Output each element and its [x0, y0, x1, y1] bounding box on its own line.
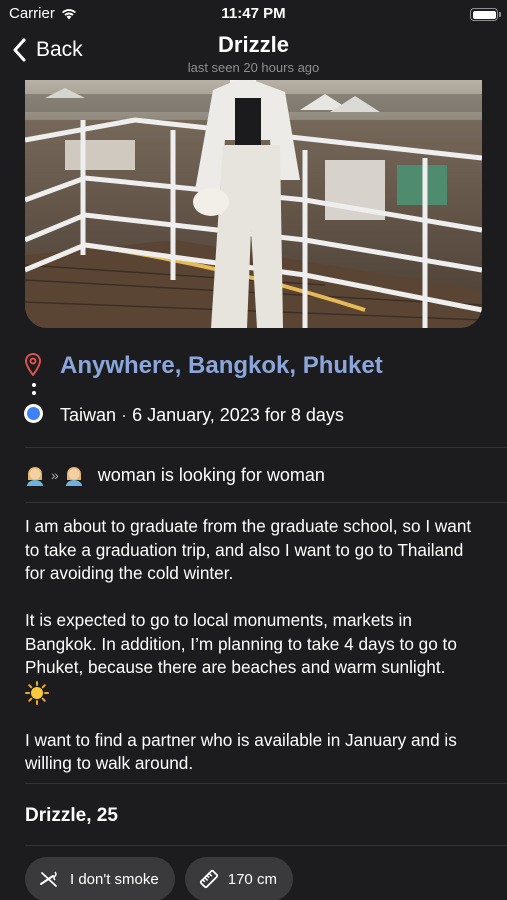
location-pin-icon: [24, 353, 42, 376]
description-paragraph: I want to find a partner who is availabl…: [25, 729, 457, 774]
profile-photo[interactable]: [25, 80, 482, 328]
status-bar: Carrier 11:47 PM: [0, 0, 507, 28]
separator: ·: [121, 405, 128, 425]
divider: [25, 502, 507, 503]
page-title: Drizzle: [218, 32, 289, 57]
trip-origin: Taiwan: [60, 405, 117, 425]
description-paragraph: It is expected to go to local monuments,…: [25, 610, 457, 677]
trip-dates: 6 January, 2023 for 8 days: [132, 405, 344, 425]
ruler-icon: [199, 869, 218, 889]
chip-label: 170 cm: [227, 870, 277, 888]
smoking-chip[interactable]: I don't smoke: [25, 857, 175, 900]
route-connector: [32, 383, 36, 399]
beach-photo-image: [25, 80, 482, 328]
status-time: 11:47 PM: [221, 5, 286, 22]
divider: [25, 783, 507, 784]
origin-dot-icon: [24, 404, 43, 423]
arrow: »: [51, 467, 59, 483]
trip-route: Anywhere, Bangkok, Phuket Taiwan · 6 Jan…: [0, 340, 507, 440]
divider: [25, 447, 507, 448]
looking-for-row: » woman is looking for woman: [25, 460, 325, 490]
chip-label: I don't smoke: [70, 870, 159, 888]
attribute-chips: I don't smoke 170 cm: [25, 857, 293, 900]
navigation-bar: Back Drizzle last seen 20 hours ago: [0, 28, 507, 80]
divider: [25, 845, 507, 846]
no-smoking-icon: [40, 871, 57, 887]
sun-icon: [25, 680, 49, 705]
looking-for-text: woman is looking for woman: [97, 464, 325, 485]
trip-destination[interactable]: Anywhere, Bangkok, Phuket: [60, 352, 383, 380]
trip-origin-dates: Taiwan · 6 January, 2023 for 8 days: [60, 405, 344, 426]
height-chip[interactable]: 170 cm: [184, 857, 293, 900]
description-paragraph: I am about to graduate from the graduate…: [25, 516, 472, 583]
woman-icon: [65, 467, 82, 486]
last-seen-status: last seen 20 hours ago: [187, 60, 320, 75]
woman-icon: [27, 467, 43, 486]
trip-description: I am about to graduate from the graduate…: [25, 515, 485, 799]
profile-name-age: Drizzle, 25: [25, 805, 118, 826]
battery-icon: [470, 8, 501, 21]
